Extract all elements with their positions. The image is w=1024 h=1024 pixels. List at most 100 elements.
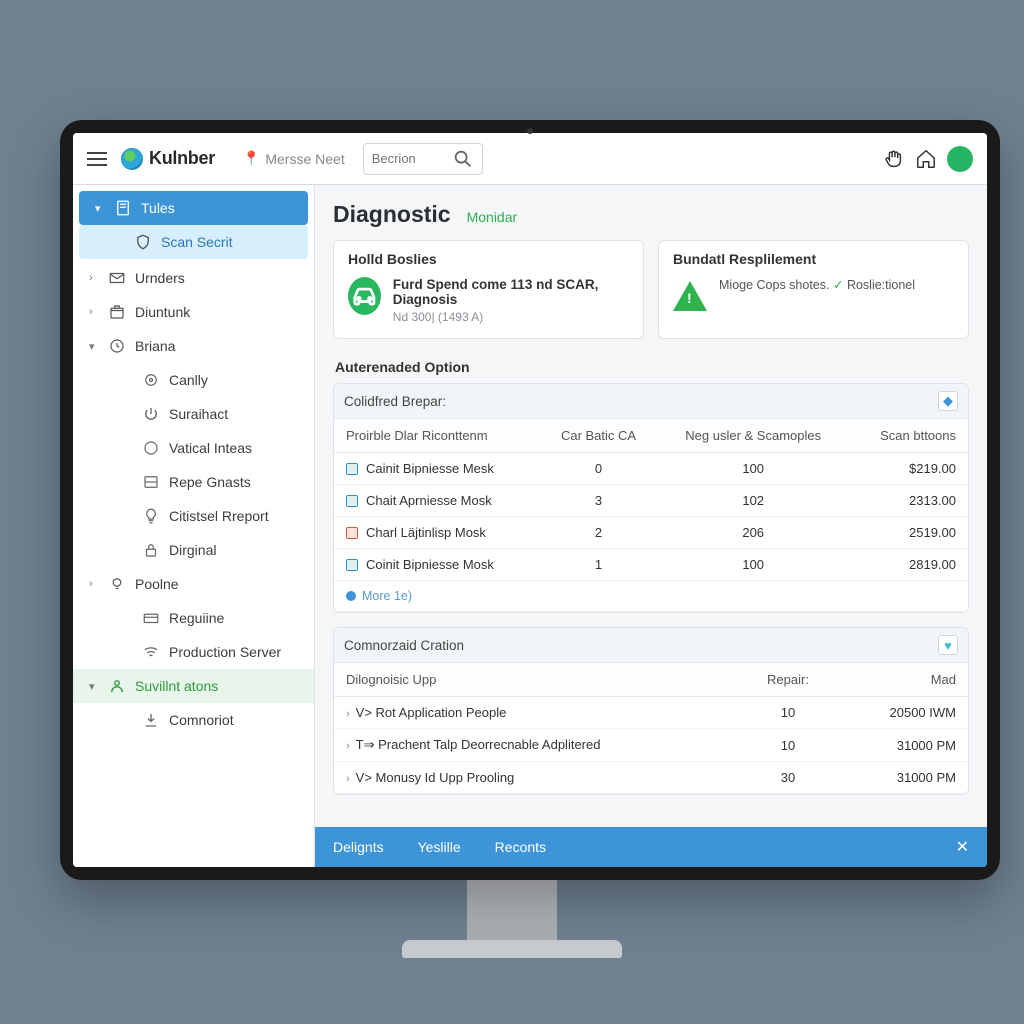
table-row[interactable]: Chait Aprniesse Mosk31022313.00 [334,485,968,517]
bulb2-icon [108,575,126,593]
table1-col: Car Batic CA [539,419,657,453]
sidebar-item[interactable]: Reguiine [73,601,314,635]
main-content: Diagnostic Monidar Holld Boslies Furd Sp… [315,185,987,867]
card-bundle-side: Roslie:tionel [847,278,915,292]
chevron-right-icon: › [89,306,99,318]
close-icon[interactable]: ✕ [956,837,969,857]
sidebar-item-label: Citistsel Rreport [169,508,269,524]
download-icon [142,711,160,729]
box-icon [108,303,126,321]
sidebar-item-label: Suraihact [169,406,228,422]
table-row[interactable]: Cainit Bipniesse Mesk0100$219.00 [334,453,968,485]
row-icon [346,463,358,475]
chevron-right-icon: › [346,708,350,720]
bottombar-item[interactable]: Yeslille [418,839,461,855]
card-bundle-main: Mioge Cops shotes. [719,278,829,292]
wifi-icon [142,643,160,661]
target-icon [142,371,160,389]
sidebar-item[interactable]: Dirginal [73,533,314,567]
logo[interactable]: Kulnber [121,148,215,170]
search-input-wrap[interactable] [363,143,483,175]
sidebar: ▾Tules Scan Secrit › Urnders › Diuntunk ▾Brian… [73,185,315,867]
sidebar-item[interactable]: Repe Gnasts [73,465,314,499]
chevron-right-icon: › [346,740,350,752]
page-icon [114,199,132,217]
sidebar-item-label: Vatical Inteas [169,440,252,456]
bottom-bar: Delignts Yeslille Reconts ✕ [315,827,987,867]
hand-icon[interactable] [883,148,905,170]
chevron-right-icon: › [89,578,99,590]
card-bundle-title: Bundatl Resplilement [673,251,954,267]
sidebar-item-label: Urnders [135,270,185,286]
table-row[interactable]: Coinit Bipniesse Mosk11002819.00 [334,549,968,581]
shield-icon [134,233,152,251]
mail-icon [108,269,126,287]
sidebar-item[interactable]: Vatical Inteas [73,431,314,465]
sidebar-item-label: Diuntunk [135,304,190,320]
panel1-header: Colidfred Brepar: [344,394,446,409]
drawer-icon [142,473,160,491]
sidebar-item[interactable]: Scan Secrit [79,225,308,259]
hamburger-icon[interactable] [87,152,107,166]
sidebar-item-label: Repe Gnasts [169,474,251,490]
bottombar-item[interactable]: Reconts [495,839,546,855]
card-bundle: Bundatl Resplilement Mioge Cops shotes. … [658,240,969,339]
search-input[interactable] [372,151,452,166]
lock-icon [142,541,160,559]
sidebar-item[interactable]: Production Server [73,635,314,669]
table2-col: Mad [836,663,968,697]
panel-1: Colidfred Brepar: ◆ Proirble Dlar Ricont… [333,383,969,613]
more-link[interactable]: More 1e) [334,581,968,612]
panel-2: Comnorzaid Cration ♥ Dilognoisic UppRepa… [333,627,969,795]
pin-icon: 📍 [243,150,260,167]
bottombar-item[interactable]: Delignts [333,839,384,855]
avatar[interactable] [947,146,973,172]
sidebar-item[interactable]: ▾Briana [73,329,314,363]
sidebar-item-label: Scan Secrit [161,234,233,250]
clock-icon [108,337,126,355]
logo-mark-icon [121,148,143,170]
sidebar-item-label: Poolne [135,576,179,592]
table-row[interactable]: ›V> Monusy Id Upp Prooling3031000 PM [334,762,968,794]
top-nav-link[interactable]: 📍 Mersse Neet [243,150,345,167]
sidebar-item[interactable]: ▾Tules [79,191,308,225]
sidebar-item-label: Reguiine [169,610,224,626]
sidebar-item[interactable]: › Poolne [73,567,314,601]
row-icon [346,559,358,571]
sidebar-item-label: Canlly [169,372,208,388]
chevron-down-icon: ▾ [89,680,99,693]
sidebar-item-label: Production Server [169,644,281,660]
sidebar-item[interactable]: › Urnders [73,261,314,295]
search-icon[interactable] [452,148,474,170]
sidebar-item-label: Comnoriot [169,712,234,728]
table1-col: Neg usler & Scamoples [658,419,849,453]
table-row[interactable]: ›V> Rot Application People1020500 IWM [334,697,968,729]
brand-name: Kulnber [149,148,215,169]
page-subtitle-link[interactable]: Monidar [467,209,518,225]
table-row[interactable]: Charl Läjtinlisp Mosk22062519.00 [334,517,968,549]
sidebar-item[interactable]: Comnoriot [73,703,314,737]
sidebar-item[interactable]: Suraihact [73,397,314,431]
warning-icon [673,281,707,311]
topbar: Kulnber 📍 Mersse Neet [73,133,987,185]
table-row[interactable]: ›T⇒ Prachent Talp Deorrecnable Adplitere… [334,729,968,762]
chevron-right-icon: › [89,272,99,284]
row-icon [346,495,358,507]
chevron-down-icon: ▾ [89,340,99,353]
row-icon [346,527,358,539]
table-1: Proirble Dlar RiconttenmCar Batic CANeg … [334,419,968,612]
home-icon[interactable] [915,148,937,170]
card-hold-title: Holld Boslies [348,251,629,267]
section1-title: Auterenaded Option [335,359,969,375]
sidebar-item-label: Dirginal [169,542,216,558]
card-hold: Holld Boslies Furd Spend come 113 nd SCA… [333,240,644,339]
sidebar-item[interactable]: › Diuntunk [73,295,314,329]
user-icon [108,677,126,695]
panel2-expand-icon[interactable]: ♥ [938,635,958,655]
circle-icon [142,439,160,457]
sidebar-item[interactable]: Canlly [73,363,314,397]
sidebar-item[interactable]: ▾Suvillnt atons [73,669,314,703]
sidebar-item[interactable]: Citistsel Rreport [73,499,314,533]
panel1-expand-icon[interactable]: ◆ [938,391,958,411]
table2-col: Dilognoisic Upp [334,663,740,697]
